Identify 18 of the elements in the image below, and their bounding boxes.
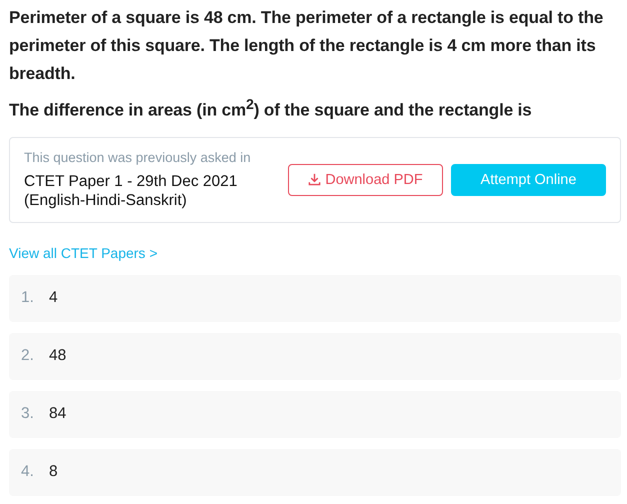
option-number: 4. xyxy=(21,463,35,482)
answer-option[interactable]: 2. 48 xyxy=(9,332,621,380)
option-number: 1. xyxy=(21,289,35,308)
option-number: 2. xyxy=(21,347,35,366)
paper-title: CTET Paper 1 - 29th Dec 2021 (English-Hindi-Sanskrit) xyxy=(24,172,238,210)
option-text: 8 xyxy=(49,463,58,482)
answer-option[interactable]: 4. 8 xyxy=(9,448,621,496)
option-text: 4 xyxy=(49,289,58,308)
source-caption: This question was previously asked in xyxy=(24,150,252,166)
download-pdf-button[interactable]: Download PDF xyxy=(288,164,443,196)
option-text: 84 xyxy=(49,405,66,424)
question-text: The difference in areas (in cm$^{2}$) of the square and the rectangle is xyxy=(9,96,533,122)
question-text: Perimeter of a square is 48 cm. The perimeter of a rectangle is equal to the perimeter of this square. The length of the rectangle is 4 cm more than its breadth. xyxy=(9,7,604,85)
answer-option[interactable]: 1. 4 xyxy=(9,274,621,322)
option-number: 3. xyxy=(21,405,35,424)
option-text: 48 xyxy=(49,347,66,366)
answer-option[interactable]: 3. 84 xyxy=(9,390,621,438)
download-icon xyxy=(308,173,322,186)
